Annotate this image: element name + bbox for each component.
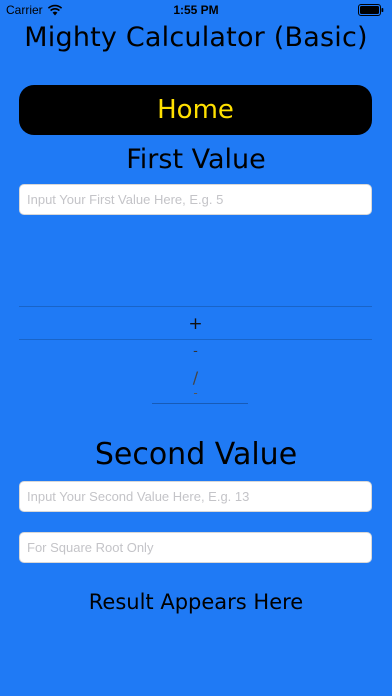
picker-option-plus[interactable]: + [19,314,372,334]
picker-selection-top-line [19,306,372,307]
picker-option-minus[interactable]: - [19,344,372,359]
operator-picker[interactable]: + - / - [19,306,372,406]
picker-divider [152,403,248,404]
status-bar: Carrier 1:55 PM [0,0,392,20]
picker-option-minus-2[interactable]: - [19,386,372,400]
square-root-input[interactable] [19,532,372,563]
picker-selection-bottom-line [19,339,372,340]
picker-option-divide[interactable]: / [19,368,372,387]
result-label: Result Appears Here [88,590,304,614]
second-value-input[interactable] [19,481,372,512]
battery-icon [358,4,384,19]
app-title: Mighty Calculator (Basic) [24,22,368,53]
first-value-input[interactable] [19,184,372,215]
home-button[interactable]: Home [19,85,372,135]
second-value-label: Second Value [94,437,298,472]
status-time: 1:55 PM [173,3,219,17]
first-value-label: First Value [126,144,266,175]
